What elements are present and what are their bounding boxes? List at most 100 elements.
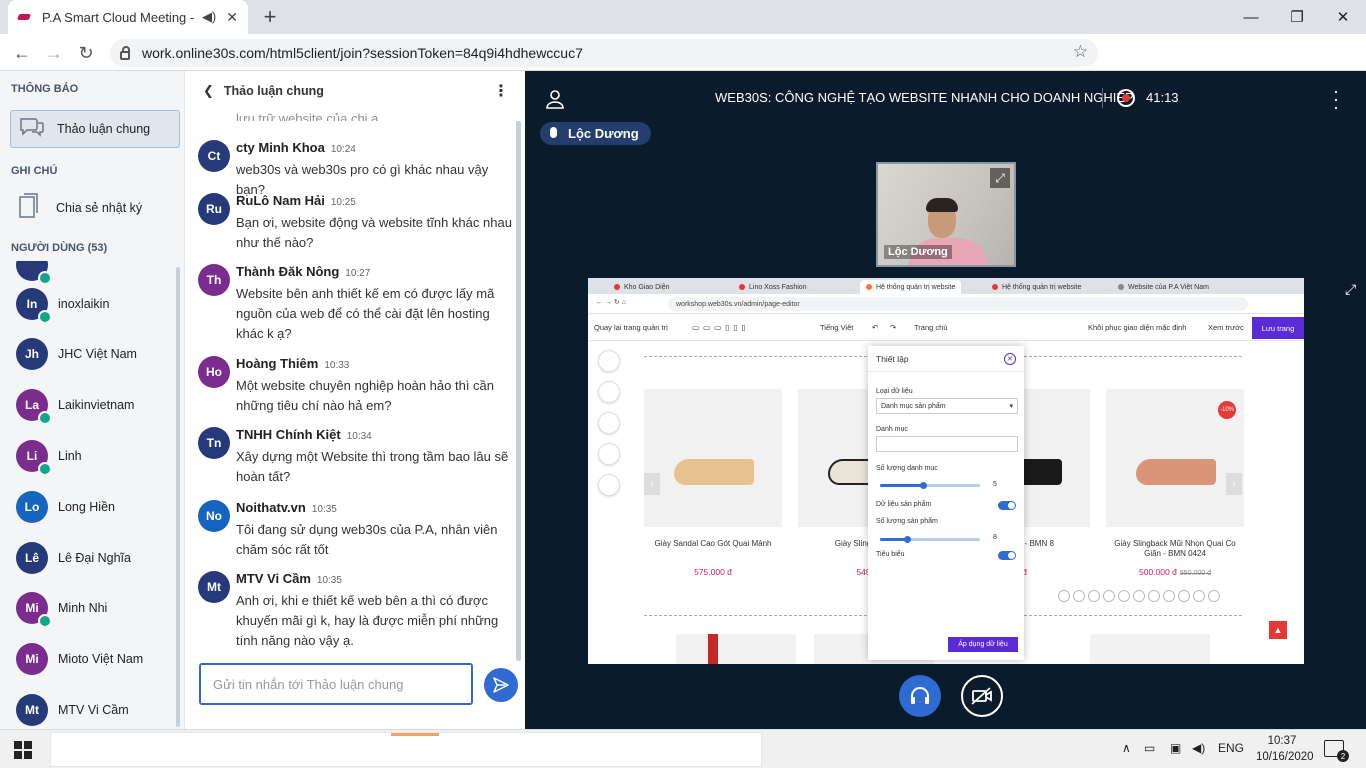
message-time: 10:33 (324, 360, 350, 371)
address-bar: ← → ↻ work.online30s.com/html5client/joi… (0, 34, 1366, 71)
product-card: -10% Giày Slingback Mũi Nhọn Quai Co Giã… (1106, 389, 1244, 577)
category-count-slider (880, 482, 980, 489)
category-count-value: 5 (993, 481, 997, 488)
message-text: Xây dựng một Website thì trong tầm bao l… (236, 449, 509, 484)
user-list-scrollbar[interactable] (176, 267, 180, 727)
user-item[interactable]: Mi Minh Nhi (16, 586, 107, 630)
screenshare-fullscreen-icon[interactable]: ⤢ (1345, 281, 1363, 299)
back-arrow-icon[interactable]: ← (9, 40, 35, 66)
data-type-label: Loại dữ liệu (876, 388, 913, 395)
avatar: Ru (198, 193, 230, 225)
data-type-select: Danh mục sản phẩm ▾ (876, 398, 1018, 414)
user-name: Laikinvietnam (58, 398, 135, 412)
windows-start-icon[interactable] (14, 741, 32, 759)
webcam-video[interactable]: Lộc Dương ⤢ (876, 162, 1016, 267)
user-name: Long Hiền (58, 500, 115, 514)
message-text: Tôi đang sử dụng web30s của P.A, nhân vi… (236, 522, 498, 557)
avatar: Ho (198, 356, 230, 388)
reload-icon[interactable]: ↻ (73, 40, 99, 66)
user-item[interactable]: Li Linh (16, 434, 82, 478)
user-item[interactable]: Lo Long Hiền (16, 485, 115, 529)
user-name: Lê Đại Nghĩa (58, 551, 131, 565)
pa-logo-icon (18, 12, 32, 22)
forward-arrow-icon[interactable]: → (41, 40, 67, 66)
url-input[interactable]: work.online30s.com/html5client/join?sess… (110, 39, 1098, 67)
close-window-button[interactable]: ✕ (1320, 0, 1366, 34)
save-page: Lưu trang (1252, 317, 1304, 339)
product-data-label: Dữ liệu sản phẩm (876, 501, 932, 508)
headset-status-icon (38, 411, 52, 425)
message-time: 10:35 (311, 504, 337, 515)
user-name: inoxlaikin (58, 297, 110, 311)
notifications-heading: THÔNG BÁO (11, 83, 79, 95)
public-chat-item[interactable]: Thảo luận chung (10, 110, 180, 148)
record-icon[interactable] (1117, 89, 1135, 107)
shared-tab: Hệ thống quản trị website (986, 280, 1087, 294)
user-item[interactable]: In inoxlaikin (16, 282, 109, 326)
avatar: Mi (16, 643, 48, 675)
shared-notes-item[interactable]: Chia sẻ nhật ký (10, 189, 180, 227)
input-language[interactable]: ENG (1218, 741, 1244, 755)
editor-side-tools (598, 350, 624, 505)
settings-popup: Thiết lập ✕ Loại dữ liệu Danh mục sản ph… (868, 346, 1024, 660)
device-icons: ▭▭▭▯▯▯ (692, 323, 750, 332)
avatar: In (16, 288, 52, 324)
url-text: work.online30s.com/html5client/join?sess… (142, 45, 583, 61)
more-options-icon[interactable]: ⋮ (493, 81, 509, 101)
send-button[interactable] (484, 668, 518, 702)
featured-label: Tiêu biểu (876, 551, 905, 558)
meeting-options-icon[interactable]: · · · (1331, 82, 1341, 116)
close-tab-icon[interactable]: ✕ (226, 9, 238, 26)
speaker-icon[interactable]: ◀) (202, 9, 216, 25)
battery-icon[interactable]: ▭ (1144, 741, 1155, 755)
audio-headset-button[interactable] (899, 675, 941, 717)
user-name: MTV Vi Cầm (58, 703, 129, 717)
user-icon[interactable] (545, 89, 565, 109)
user-item[interactable]: Jh JHC Việt Nam (16, 332, 137, 376)
user-item[interactable]: Mi Mioto Việt Nam (16, 637, 143, 681)
message-text: Anh ơi, khi e thiết kế web bên a thì có … (236, 593, 499, 648)
clock-date: 10/16/2020 (1256, 751, 1314, 763)
camera-off-icon (971, 687, 992, 705)
system-clock[interactable]: 10:37 10/16/2020 (1256, 733, 1314, 765)
browser-tab-title: P.A Smart Cloud Meeting - V (42, 9, 196, 25)
chevron-up-icon[interactable]: ∧ (1122, 741, 1131, 755)
shared-address-bar: ← → ↻ ⌂ workshop.web30s.vn/admin/page-ed… (588, 294, 1304, 314)
message-text: Website bên anh thiết kế em có được lấy … (236, 286, 495, 341)
product-count-value: 8 (993, 534, 997, 541)
browser-tab[interactable]: P.A Smart Cloud Meeting - V ◀) ✕ (8, 0, 248, 34)
user-name: JHC Việt Nam (58, 347, 137, 361)
user-item[interactable]: Mt MTV Vi Cầm (16, 688, 129, 729)
taskbar-search[interactable] (50, 732, 762, 767)
user-item[interactable]: La Laikinvietnam (16, 383, 134, 427)
maximize-button[interactable]: ❐ (1274, 0, 1320, 34)
discount-badge: -10% (1218, 401, 1236, 419)
avatar: Lê (16, 542, 48, 574)
user-list: In inoxlaikin Jh JHC Việt Nam La Laikinv… (0, 261, 175, 729)
minimize-button[interactable]: — (1228, 0, 1274, 34)
shared-tab: Kho Giao Diện (608, 280, 676, 294)
chat-scrollbar[interactable] (516, 121, 521, 661)
lock-icon (120, 45, 130, 60)
message-time: 10:27 (345, 268, 371, 279)
bookmark-star-icon[interactable]: ☆ (1073, 42, 1088, 62)
page-editor-toolbar: Quay lại trang quản trị ▭▭▭▯▯▯ Tiếng Việ… (588, 315, 1304, 341)
headset-status-icon (38, 614, 52, 628)
volume-icon[interactable]: ◀) (1192, 741, 1205, 755)
browser-tab-bar: P.A Smart Cloud Meeting - V ◀) ✕ + — ❐ ✕ (0, 0, 1366, 34)
webcam-toggle-button[interactable] (961, 675, 1003, 717)
network-icon[interactable]: ▣ (1170, 741, 1181, 755)
webcam-user-name: Lộc Dương (884, 245, 952, 259)
new-tab-button[interactable]: + (258, 4, 282, 30)
message-time: 10:34 (346, 431, 372, 442)
chevron-left-icon[interactable]: ❮ (203, 83, 214, 99)
user-item[interactable]: Lê Lê Đại Nghĩa (16, 536, 131, 580)
redo-icon: ↷ (890, 323, 897, 332)
send-icon (493, 677, 509, 693)
sender-name: cty Minh Khoa (236, 140, 325, 155)
fullscreen-icon[interactable]: ⤢ (990, 168, 1010, 188)
product-name: Giày Slingback Mũi Nhọn Quai Co Giãn - B… (1114, 539, 1236, 558)
chat-message-input[interactable]: Gửi tin nhắn tới Thảo luận chung (199, 663, 473, 705)
notification-center-icon[interactable]: 2 (1324, 740, 1349, 762)
user-name: Mioto Việt Nam (58, 652, 144, 666)
